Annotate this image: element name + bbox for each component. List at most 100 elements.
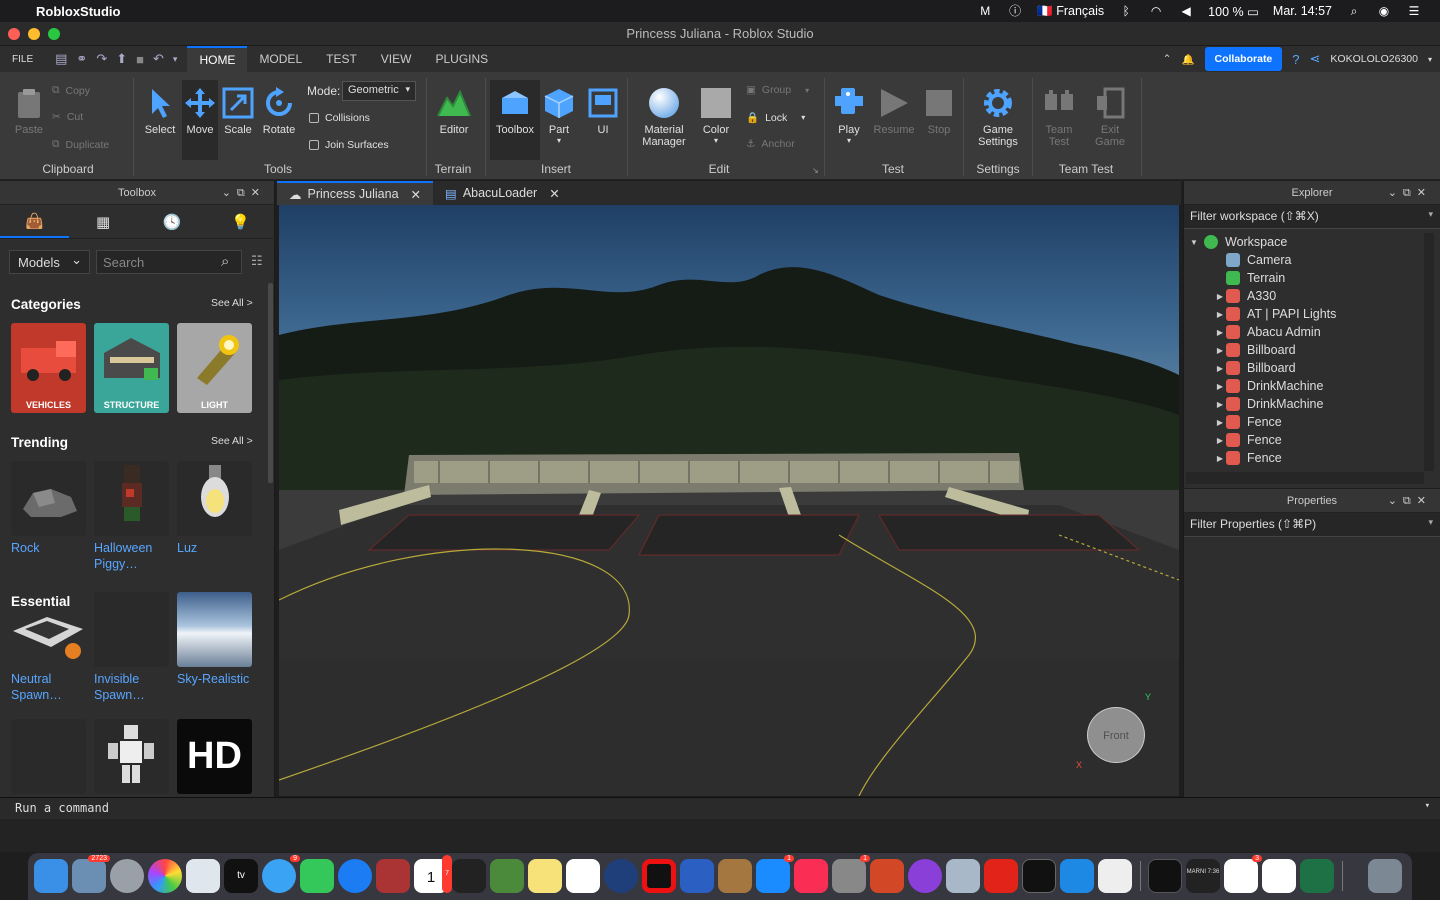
anchor-button[interactable]: ⚓ Anchor: [746, 138, 795, 150]
more-item-blank[interactable]: [11, 719, 86, 794]
doc-tab-princess-juliana[interactable]: ☁ Princess Juliana ✕: [277, 181, 433, 205]
finder-icon[interactable]: [34, 859, 68, 893]
collisions-checkbox[interactable]: [309, 113, 319, 123]
scale-tool-button[interactable]: Scale: [220, 86, 256, 136]
tree-item-abacu-admin[interactable]: ▶ Abacu Admin: [1184, 323, 1424, 341]
part-button[interactable]: Part ▾: [540, 86, 578, 145]
tree-item-papi-lights[interactable]: ▶ AT | PAPI Lights: [1184, 305, 1424, 323]
more-item-dummy[interactable]: [94, 719, 169, 794]
powerpoint-icon[interactable]: [870, 859, 904, 893]
apple-tv-icon[interactable]: tv: [224, 859, 258, 893]
account-dropdown-icon[interactable]: ▾: [1428, 55, 1432, 64]
collapsed-arrow-icon[interactable]: ▶: [1214, 400, 1226, 409]
panel-menu-icon[interactable]: ⌄: [1388, 187, 1403, 199]
color-dropdown-icon[interactable]: ▾: [697, 136, 735, 145]
undo-icon[interactable]: ↶: [153, 51, 164, 67]
system-preferences-icon[interactable]: 1: [832, 855, 870, 893]
language-menu[interactable]: 🇫🇷 Français: [1037, 4, 1104, 19]
collapsed-arrow-icon[interactable]: ▶: [1214, 418, 1226, 427]
game-settings-button[interactable]: Game Settings: [970, 86, 1026, 148]
notifications-icon[interactable]: 🔔: [1181, 53, 1194, 66]
play-dropdown-icon[interactable]: ▾: [830, 136, 868, 145]
mode-select[interactable]: Geometric: [342, 81, 416, 101]
command-history-dropdown-icon[interactable]: ▾: [1425, 801, 1430, 811]
panel-undock-icon[interactable]: ⧉: [1403, 187, 1417, 199]
move-tool-button[interactable]: Move: [182, 80, 218, 160]
facetime-icon[interactable]: [300, 859, 334, 893]
command-bar[interactable]: Run a command ▾: [0, 797, 1440, 819]
ui-button[interactable]: UI: [585, 86, 621, 136]
close-tab-icon[interactable]: ✕: [549, 186, 559, 201]
tree-item-camera[interactable]: Camera: [1184, 251, 1424, 269]
categories-see-all-link[interactable]: See All >: [211, 297, 253, 309]
collapsed-arrow-icon[interactable]: ▶: [1214, 292, 1226, 301]
contacts-icon[interactable]: [718, 859, 752, 893]
tree-item-billboard[interactable]: ▶ Billboard: [1184, 341, 1424, 359]
copy-button[interactable]: ⧉ Copy: [52, 84, 90, 97]
edit-group-expand-icon[interactable]: ↘: [812, 166, 819, 175]
resume-button[interactable]: Resume: [872, 86, 916, 136]
font-book-icon[interactable]: [186, 859, 220, 893]
panel-menu-icon[interactable]: ⌄: [1388, 495, 1403, 507]
trending-label-luz[interactable]: Luz: [177, 540, 255, 556]
category-light[interactable]: LIGHT: [177, 323, 252, 413]
photo-booth-icon[interactable]: [376, 859, 410, 893]
calendar-icon[interactable]: 17: [414, 855, 452, 893]
share-icon[interactable]: ⋖: [1310, 51, 1321, 67]
trending-see-all-link[interactable]: See All >: [211, 435, 253, 447]
tree-item-billboard[interactable]: ▶ Billboard: [1184, 359, 1424, 377]
group-dropdown-icon[interactable]: ▾: [805, 86, 809, 95]
tab-plugins[interactable]: PLUGINS: [423, 46, 500, 72]
menubar-clock[interactable]: Mar. 14:57: [1273, 4, 1332, 18]
app-menu-name[interactable]: RobloxStudio: [36, 4, 121, 19]
bluetooth-icon[interactable]: ᛒ: [1118, 4, 1134, 18]
tab-inventory[interactable]: ▦: [69, 205, 138, 238]
toolbox-button[interactable]: Toolbox: [490, 80, 540, 160]
siri-icon[interactable]: ◉: [1376, 4, 1392, 18]
user-account-menu[interactable]: KOKOLOLO26300: [1330, 53, 1418, 65]
terminal-icon[interactable]: [1022, 859, 1056, 893]
properties-filter-input[interactable]: Filter Properties (⇧⌘P): [1184, 513, 1440, 537]
notes-icon[interactable]: [528, 859, 562, 893]
panel-close-icon[interactable]: ✕: [251, 187, 266, 199]
tree-item-drinkmachine[interactable]: ▶ DrinkMachine: [1184, 395, 1424, 413]
google-app-icon[interactable]: 3: [1224, 855, 1262, 893]
tree-item-workspace[interactable]: ▼ Workspace: [1184, 233, 1424, 251]
toolbox-scrollbar[interactable]: [268, 283, 273, 483]
opera-icon[interactable]: [642, 859, 676, 893]
acrobat-icon[interactable]: [984, 859, 1018, 893]
tab-marketplace[interactable]: 👜: [0, 205, 69, 238]
spotlight-search-icon[interactable]: ⌕: [1346, 4, 1362, 18]
essential-label-neutral-spawn[interactable]: Neutral Spawn…: [11, 671, 89, 703]
essential-item-neutral-spawn[interactable]: [11, 591, 86, 666]
tab-view[interactable]: VIEW: [369, 46, 424, 72]
trash-icon[interactable]: [1368, 859, 1402, 893]
tab-model[interactable]: MODEL: [247, 46, 314, 72]
tree-item-a330[interactable]: ▶ A330: [1184, 287, 1424, 305]
part-dropdown-icon[interactable]: ▾: [540, 136, 578, 145]
rotate-tool-button[interactable]: Rotate: [260, 86, 298, 136]
tab-test[interactable]: TEST: [314, 46, 369, 72]
collapsed-arrow-icon[interactable]: ▶: [1214, 436, 1226, 445]
exit-game-button[interactable]: Exit Game: [1090, 86, 1130, 148]
capcut-icon[interactable]: [1262, 859, 1296, 893]
doc-tab-abaculoader[interactable]: ▤ AbacuLoader ✕: [433, 181, 572, 205]
view-cube[interactable]: Front: [1087, 707, 1145, 763]
safari-icon[interactable]: [338, 859, 372, 893]
command-input[interactable]: Run a command: [15, 801, 109, 815]
app-store-icon[interactable]: 1: [756, 855, 794, 893]
filter-sliders-icon[interactable]: ☷: [251, 253, 263, 269]
collapse-ribbon-icon[interactable]: ⌃: [1163, 53, 1172, 65]
stop-icon[interactable]: ■: [136, 52, 144, 67]
trending-label-rock[interactable]: Rock: [11, 540, 89, 556]
explorer-filter-input[interactable]: Filter workspace (⇧⌘X): [1184, 205, 1440, 229]
essential-item-sky-realistic[interactable]: [177, 592, 252, 667]
roblox-studio-dock-icon[interactable]: [452, 859, 486, 893]
word-icon[interactable]: [680, 859, 714, 893]
quicktime-icon[interactable]: [604, 859, 638, 893]
file-menu[interactable]: FILE: [0, 46, 45, 72]
photos-icon[interactable]: [148, 859, 182, 893]
preview-icon[interactable]: 2723: [72, 855, 110, 893]
trending-label-halloween-piggy[interactable]: Halloween Piggy…: [94, 540, 172, 572]
stop-button[interactable]: Stop: [920, 86, 958, 136]
